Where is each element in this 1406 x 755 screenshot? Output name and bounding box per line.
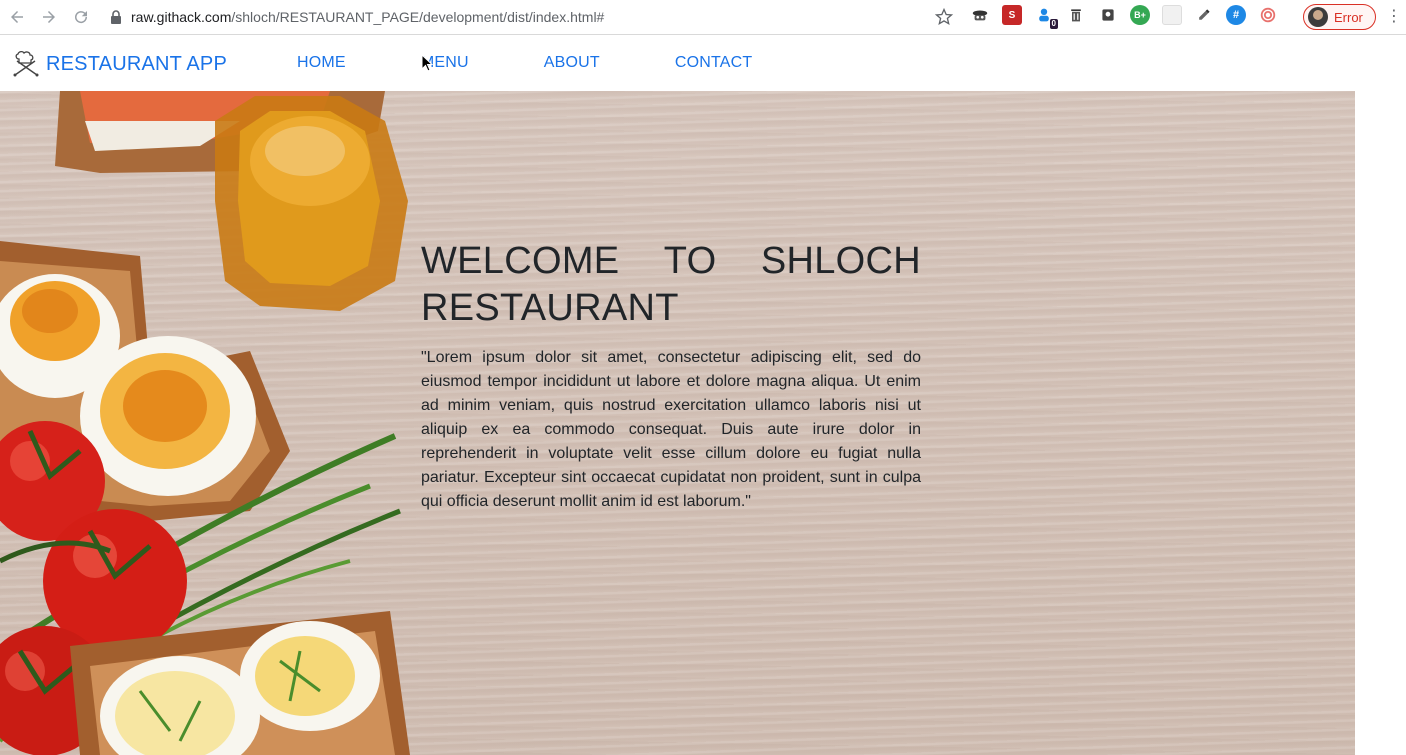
reload-icon (75, 11, 88, 24)
chef-hat-icon (13, 50, 39, 77)
arrow-right-icon (43, 11, 55, 23)
extension-spiral-icon[interactable] (1258, 5, 1278, 25)
hero-content: WELCOME TO SHLOCH RESTAURANT "Lorem ipsu… (421, 238, 921, 514)
site-navbar: RESTAURANT APP HOME MENU ABOUT CONTACT (0, 35, 1406, 91)
hero-paragraph: "Lorem ipsum dolor sit amet, consectetur… (421, 349, 921, 510)
url-path: /shloch/RESTAURANT_PAGE/development/dist… (231, 9, 605, 25)
main-menu: HOME MENU ABOUT CONTACT (297, 54, 827, 72)
extension-eyedropper-icon[interactable] (1194, 5, 1214, 25)
reload-button[interactable] (65, 1, 97, 33)
extension-badge: 0 (1049, 19, 1058, 29)
nav-link-about[interactable]: ABOUT (544, 54, 600, 72)
nav-link-menu[interactable]: MENU (421, 54, 469, 72)
brand-text: RESTAURANT APP (46, 52, 227, 75)
lock-icon (111, 10, 121, 24)
extension-person-icon[interactable]: 0 (1034, 5, 1058, 29)
forward-button[interactable] (33, 1, 65, 33)
bookmark-star-icon[interactable] (934, 7, 954, 27)
extension-b-plus-icon[interactable]: B+ (1130, 5, 1150, 25)
extension-hash-icon[interactable]: # (1226, 5, 1246, 25)
url-host: raw.githack.com (131, 9, 232, 25)
nav-link-home[interactable]: HOME (297, 54, 346, 72)
hero-section: WELCOME TO SHLOCH RESTAURANT "Lorem ipsu… (0, 91, 1355, 755)
hero-title-line1: WELCOME TO SHLOCH (421, 240, 921, 282)
hero-title: WELCOME TO SHLOCH RESTAURANT (421, 238, 921, 332)
hero-title-line2: RESTAURANT (421, 287, 679, 329)
avatar (1308, 7, 1328, 27)
nav-link-contact[interactable]: CONTACT (675, 54, 753, 72)
address-bar[interactable]: raw.githack.com/shloch/RESTAURANT_PAGE/d… (110, 6, 910, 28)
profile-error-button[interactable]: Error (1303, 4, 1376, 30)
extensions-bar: S 0 B+ # (970, 5, 1290, 29)
page-gutter (1355, 91, 1406, 755)
profile-status: Error (1334, 9, 1363, 25)
food-illustration (0, 91, 410, 755)
extension-grid-icon[interactable] (1162, 5, 1182, 25)
arrow-left-icon (11, 11, 23, 23)
more-menu-icon[interactable]: ⋮ (1386, 8, 1402, 26)
extension-s-icon[interactable]: S (1002, 5, 1022, 25)
extension-shield-icon[interactable] (1098, 5, 1118, 25)
extension-spy-icon[interactable] (970, 5, 990, 25)
browser-toolbar: raw.githack.com/shloch/RESTAURANT_PAGE/d… (0, 0, 1406, 35)
brand-link[interactable]: RESTAURANT APP (11, 49, 227, 79)
back-button[interactable] (1, 1, 33, 33)
extension-trash-icon[interactable] (1066, 5, 1086, 25)
